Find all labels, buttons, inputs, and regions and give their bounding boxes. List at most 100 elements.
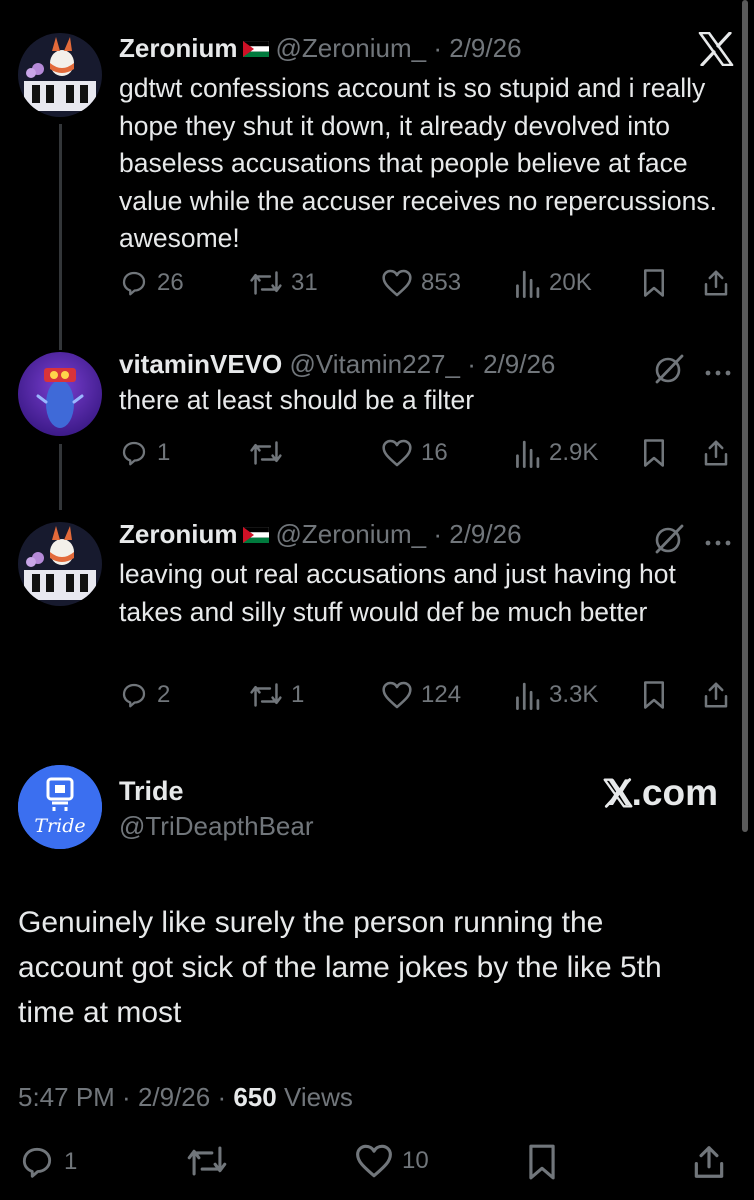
reply-icon	[122, 683, 146, 708]
repost-icon	[187, 1146, 227, 1176]
author-handle[interactable]: @Vitamin227_	[290, 349, 460, 379]
views-button[interactable]: 20K	[513, 268, 592, 298]
share-icon	[704, 440, 728, 466]
post-metadata: 5:47 PM · 2/9/26 · 650 Views	[18, 1082, 353, 1112]
share-icon	[694, 1146, 724, 1178]
post-date[interactable]: · 2/9/26	[467, 349, 555, 379]
post-date[interactable]: · 2/9/26	[433, 519, 521, 549]
avatar-label: Tride	[34, 815, 86, 837]
repost-button[interactable]	[186, 1143, 228, 1179]
avatar[interactable]	[18, 33, 102, 117]
reply-count: 1	[157, 439, 171, 466]
views-count: 2.9K	[549, 439, 599, 466]
reply-button[interactable]: 26	[119, 268, 184, 298]
views-icon	[516, 440, 540, 468]
palestine-flag-icon	[243, 518, 270, 550]
bookmark-icon	[644, 269, 664, 297]
grok-icon[interactable]	[652, 352, 686, 391]
site-watermark: X.com	[603, 772, 718, 814]
bookmark-button[interactable]	[641, 438, 667, 468]
reply-count: 1	[64, 1148, 78, 1175]
like-button[interactable]: 124	[381, 680, 461, 710]
author-handle[interactable]: @Zeronium_	[275, 519, 426, 549]
grok-icon[interactable]	[652, 522, 686, 561]
avatar[interactable]	[18, 522, 102, 606]
action-bar: 1 16 2.9K	[119, 438, 734, 474]
scrollbar[interactable]	[742, 0, 748, 832]
like-count: 10	[402, 1147, 429, 1174]
reply-button[interactable]: 1	[18, 1143, 77, 1181]
post-text: there at least should be a filter	[119, 385, 475, 415]
views-count: 3.3K	[549, 681, 599, 708]
action-bar: 2 1 124 3.3K	[119, 680, 734, 716]
reply-button[interactable]: 2	[119, 680, 170, 710]
views-count: 650	[233, 1082, 277, 1112]
heart-icon	[382, 269, 412, 297]
repost-button[interactable]: 31	[249, 268, 318, 298]
more-options-icon[interactable]	[704, 534, 732, 552]
like-count: 16	[421, 439, 448, 466]
heart-icon	[382, 681, 412, 709]
reply-post[interactable]: vitaminVEVO @Vitamin227_ · 2/9/26 there …	[0, 330, 754, 510]
like-count: 853	[421, 269, 462, 296]
share-icon	[704, 682, 728, 708]
share-button[interactable]	[701, 680, 731, 710]
reply-post[interactable]: Zeronium @Zeronium_ · 2/9/26 gdtwt confes…	[0, 0, 754, 330]
repost-icon	[250, 271, 282, 295]
bookmark-button[interactable]	[641, 680, 667, 710]
repost-count: 1	[291, 681, 305, 708]
share-icon	[704, 270, 728, 296]
main-post-text: Genuinely like surely the person running…	[18, 906, 662, 1029]
reply-icon	[122, 271, 146, 296]
repost-button[interactable]	[249, 438, 291, 468]
repost-button[interactable]: 1	[249, 680, 304, 710]
views-button[interactable]: 3.3K	[513, 680, 598, 710]
post-time[interactable]: 5:47 PM	[18, 1082, 115, 1112]
heart-icon	[382, 439, 412, 467]
author-name[interactable]: Tride	[119, 774, 314, 808]
author-name[interactable]: vitaminVEVO	[119, 349, 282, 379]
more-options-icon[interactable]	[704, 364, 732, 382]
post-date[interactable]: 2/9/26	[138, 1082, 210, 1112]
x-logo-icon[interactable]	[698, 31, 734, 71]
reply-button[interactable]: 1	[119, 438, 170, 468]
author-name[interactable]: Zeronium	[119, 33, 237, 63]
thread-line	[59, 330, 62, 350]
views-icon	[516, 270, 540, 298]
reply-icon	[122, 441, 146, 466]
bookmark-icon	[529, 1144, 555, 1180]
bookmark-button[interactable]	[641, 268, 667, 298]
views-label: Views	[283, 1082, 353, 1112]
post-text: gdtwt confessions account is so stupid a…	[119, 73, 718, 254]
author-handle[interactable]: @TriDeapthBear	[119, 808, 314, 844]
share-button[interactable]	[701, 438, 731, 468]
repost-count: 31	[291, 269, 318, 296]
post-text: leaving out real accusations and just ha…	[119, 559, 676, 627]
views-button[interactable]: 2.9K	[513, 438, 598, 468]
share-button[interactable]	[701, 268, 731, 298]
author-handle[interactable]: @Zeronium_	[275, 33, 426, 63]
like-button[interactable]: 10	[354, 1143, 429, 1179]
like-count: 124	[421, 681, 462, 708]
avatar[interactable]: Tride	[18, 765, 102, 849]
post-date[interactable]: · 2/9/26	[433, 33, 521, 63]
repost-icon	[250, 441, 282, 465]
thread-line	[59, 124, 62, 330]
share-button[interactable]	[690, 1143, 728, 1181]
bookmark-icon	[644, 439, 664, 467]
like-button[interactable]: 16	[381, 438, 448, 468]
repost-icon	[250, 683, 282, 707]
views-count: 20K	[549, 269, 592, 296]
bookmark-icon	[644, 681, 664, 709]
reply-count: 26	[157, 269, 184, 296]
bookmark-button[interactable]	[526, 1143, 558, 1181]
views-icon	[516, 682, 540, 710]
author-name[interactable]: Zeronium	[119, 519, 237, 549]
thread-line	[59, 444, 62, 510]
action-bar: 26 31 853 20K	[119, 268, 734, 304]
like-button[interactable]: 853	[381, 268, 461, 298]
heart-icon	[356, 1144, 392, 1178]
reply-post[interactable]: Zeronium @Zeronium_ · 2/9/26 leaving out …	[0, 510, 754, 740]
palestine-flag-icon	[243, 32, 270, 64]
avatar[interactable]	[18, 352, 102, 436]
